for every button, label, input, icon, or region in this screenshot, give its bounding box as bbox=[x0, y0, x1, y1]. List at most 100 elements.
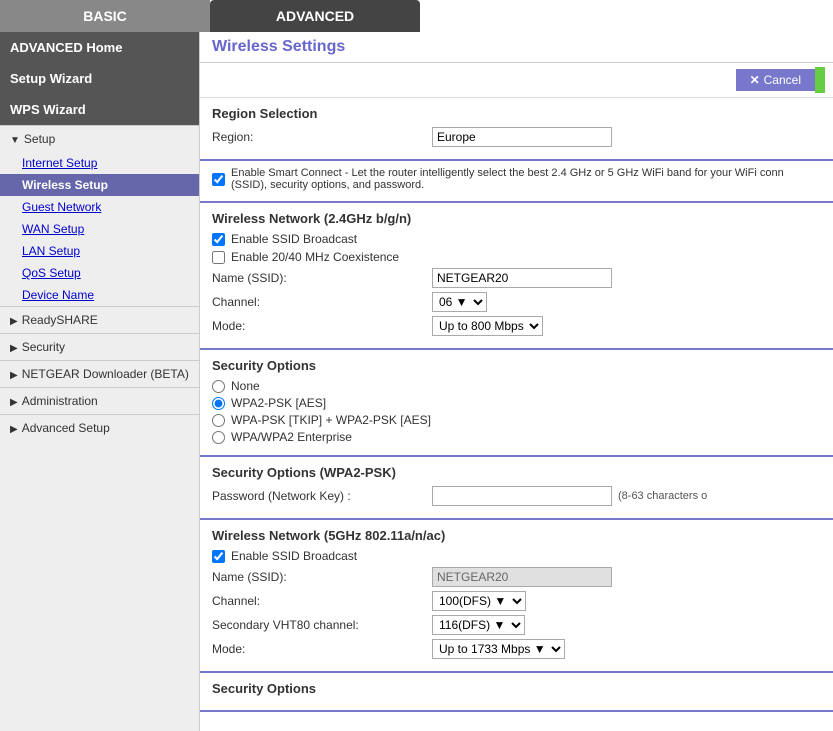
smart-connect-label: Enable Smart Connect - Let the router in… bbox=[231, 167, 821, 191]
sidebar-section-readyshare[interactable]: ▶ReadySHARE bbox=[0, 307, 199, 333]
secondary-vht80-select[interactable]: 116(DFS) ▼ bbox=[432, 615, 525, 635]
channel-24-row: Channel: 06 ▼ bbox=[212, 292, 821, 312]
region-section-title: Region Selection bbox=[212, 106, 821, 121]
sidebar-link-qos-setup[interactable]: QoS Setup bbox=[0, 262, 199, 284]
region-input[interactable] bbox=[432, 127, 612, 147]
enable-ssid-24-row: Enable SSID Broadcast bbox=[212, 232, 821, 246]
cancel-bar: ✕ Cancel bbox=[200, 63, 833, 98]
sidebar-link-wireless-setup[interactable]: Wireless Setup bbox=[0, 174, 199, 196]
channel-5ghz-label: Channel: bbox=[212, 594, 432, 608]
enable-coexistence-row: Enable 20/40 MHz Coexistence bbox=[212, 250, 821, 264]
smart-connect-section: Enable Smart Connect - Let the router in… bbox=[200, 161, 833, 203]
radio-enterprise-row: WPA/WPA2 Enterprise bbox=[212, 430, 821, 444]
radio-none-row: None bbox=[212, 379, 821, 393]
sidebar-item-wps-wizard[interactable]: WPS Wizard bbox=[0, 94, 199, 125]
enable-ssid-5ghz-row: Enable SSID Broadcast bbox=[212, 549, 821, 563]
ssid-24-row: Name (SSID): bbox=[212, 268, 821, 288]
page-title: Wireless Settings bbox=[212, 38, 345, 56]
arrow-icon-netgear: ▶ bbox=[10, 370, 18, 381]
enable-coexistence-label: Enable 20/40 MHz Coexistence bbox=[231, 250, 399, 264]
sidebar-section-netgear-downloader[interactable]: ▶NETGEAR Downloader (BETA) bbox=[0, 361, 199, 387]
ssid-5ghz-row: Name (SSID): bbox=[212, 567, 821, 587]
radio-wpa-mixed-label: WPA-PSK [TKIP] + WPA2-PSK [AES] bbox=[231, 413, 431, 427]
arrow-icon-readyshare: ▶ bbox=[10, 316, 18, 327]
password-label: Password (Network Key) : bbox=[212, 489, 432, 503]
wireless-24-section: Wireless Network (2.4GHz b/g/n) Enable S… bbox=[200, 203, 833, 350]
sidebar-section-setup[interactable]: ▼Setup bbox=[0, 126, 199, 152]
enable-ssid-5ghz-label: Enable SSID Broadcast bbox=[231, 549, 357, 563]
security-options-section: Security Options None WPA2-PSK [AES] WPA… bbox=[200, 350, 833, 457]
sidebar-link-wan-setup[interactable]: WAN Setup bbox=[0, 218, 199, 240]
channel-24-value-container: 06 ▼ bbox=[432, 292, 821, 312]
secondary-vht80-value-container: 116(DFS) ▼ bbox=[432, 615, 821, 635]
arrow-icon-advanced-setup: ▶ bbox=[10, 424, 18, 435]
green-indicator bbox=[815, 67, 825, 93]
sidebar-link-device-name[interactable]: Device Name bbox=[0, 284, 199, 306]
radio-none[interactable] bbox=[212, 380, 225, 393]
enable-coexistence-checkbox[interactable] bbox=[212, 251, 225, 264]
security-wpa2-section: Security Options (WPA2-PSK) Password (Ne… bbox=[200, 457, 833, 520]
wireless-24-title: Wireless Network (2.4GHz b/g/n) bbox=[212, 211, 821, 226]
ssid-5ghz-value-container bbox=[432, 567, 821, 587]
enable-ssid-24-checkbox[interactable] bbox=[212, 233, 225, 246]
security-wpa2-title: Security Options (WPA2-PSK) bbox=[212, 465, 821, 480]
radio-wpa2-label: WPA2-PSK [AES] bbox=[231, 396, 326, 410]
ssid-24-input[interactable] bbox=[432, 268, 612, 288]
ssid-24-label: Name (SSID): bbox=[212, 271, 432, 285]
security-5ghz-title: Security Options bbox=[212, 681, 821, 696]
enable-ssid-24-label: Enable SSID Broadcast bbox=[231, 232, 357, 246]
sidebar-link-guest-network[interactable]: Guest Network bbox=[0, 196, 199, 218]
mode-5ghz-row: Mode: Up to 1733 Mbps ▼ bbox=[212, 639, 821, 659]
arrow-icon-admin: ▶ bbox=[10, 397, 18, 408]
smart-connect-row: Enable Smart Connect - Let the router in… bbox=[212, 167, 821, 191]
mode-24-label: Mode: bbox=[212, 319, 432, 333]
arrow-icon: ▼ bbox=[10, 135, 20, 146]
sidebar-link-lan-setup[interactable]: LAN Setup bbox=[0, 240, 199, 262]
smart-connect-checkbox[interactable] bbox=[212, 173, 225, 186]
security-options-title: Security Options bbox=[212, 358, 821, 373]
content-header: Wireless Settings bbox=[200, 32, 833, 63]
sidebar-item-advanced-home[interactable]: ADVANCED Home bbox=[0, 32, 199, 63]
radio-wpa2[interactable] bbox=[212, 397, 225, 410]
radio-enterprise-label: WPA/WPA2 Enterprise bbox=[231, 430, 352, 444]
security-5ghz-section: Security Options bbox=[200, 673, 833, 712]
top-tabs: BASIC ADVANCED bbox=[0, 0, 833, 32]
sidebar-item-setup-wizard[interactable]: Setup Wizard bbox=[0, 63, 199, 94]
mode-24-select[interactable]: Up to 800 Mbps bbox=[432, 316, 543, 336]
wireless-5ghz-section: Wireless Network (5GHz 802.11a/n/ac) Ena… bbox=[200, 520, 833, 673]
main-layout: ADVANCED Home Setup Wizard WPS Wizard ▼S… bbox=[0, 32, 833, 731]
enable-ssid-5ghz-checkbox[interactable] bbox=[212, 550, 225, 563]
tab-advanced[interactable]: ADVANCED bbox=[210, 0, 420, 32]
content-area: Wireless Settings ✕ Cancel Region Select… bbox=[200, 32, 833, 731]
channel-24-select[interactable]: 06 ▼ bbox=[432, 292, 487, 312]
sidebar-section-administration[interactable]: ▶Administration bbox=[0, 388, 199, 414]
mode-5ghz-label: Mode: bbox=[212, 642, 432, 656]
radio-enterprise[interactable] bbox=[212, 431, 225, 444]
mode-5ghz-value-container: Up to 1733 Mbps ▼ bbox=[432, 639, 821, 659]
sidebar-link-internet-setup[interactable]: Internet Setup bbox=[0, 152, 199, 174]
x-icon: ✕ bbox=[750, 73, 760, 87]
secondary-vht80-label: Secondary VHT80 channel: bbox=[212, 618, 432, 632]
ssid-5ghz-label: Name (SSID): bbox=[212, 570, 432, 584]
ssid-5ghz-input[interactable] bbox=[432, 567, 612, 587]
region-section: Region Selection Region: bbox=[200, 98, 833, 161]
password-input[interactable] bbox=[432, 486, 612, 506]
channel-5ghz-select[interactable]: 100(DFS) ▼ bbox=[432, 591, 526, 611]
sidebar: ADVANCED Home Setup Wizard WPS Wizard ▼S… bbox=[0, 32, 200, 731]
arrow-icon-security: ▶ bbox=[10, 343, 18, 354]
radio-wpa-mixed[interactable] bbox=[212, 414, 225, 427]
password-value-container: (8-63 characters o bbox=[432, 486, 821, 506]
sidebar-section-advanced-setup[interactable]: ▶Advanced Setup bbox=[0, 415, 199, 441]
channel-5ghz-row: Channel: 100(DFS) ▼ bbox=[212, 591, 821, 611]
radio-none-label: None bbox=[231, 379, 260, 393]
password-hint: (8-63 characters o bbox=[618, 490, 707, 502]
channel-24-label: Channel: bbox=[212, 295, 432, 309]
tab-basic[interactable]: BASIC bbox=[0, 0, 210, 32]
mode-24-value-container: Up to 800 Mbps bbox=[432, 316, 821, 336]
sidebar-section-security[interactable]: ▶Security bbox=[0, 334, 199, 360]
wireless-5ghz-title: Wireless Network (5GHz 802.11a/n/ac) bbox=[212, 528, 821, 543]
region-value-container bbox=[432, 127, 821, 147]
cancel-button[interactable]: ✕ Cancel bbox=[736, 69, 815, 91]
mode-5ghz-select[interactable]: Up to 1733 Mbps ▼ bbox=[432, 639, 565, 659]
radio-wpa2-row: WPA2-PSK [AES] bbox=[212, 396, 821, 410]
